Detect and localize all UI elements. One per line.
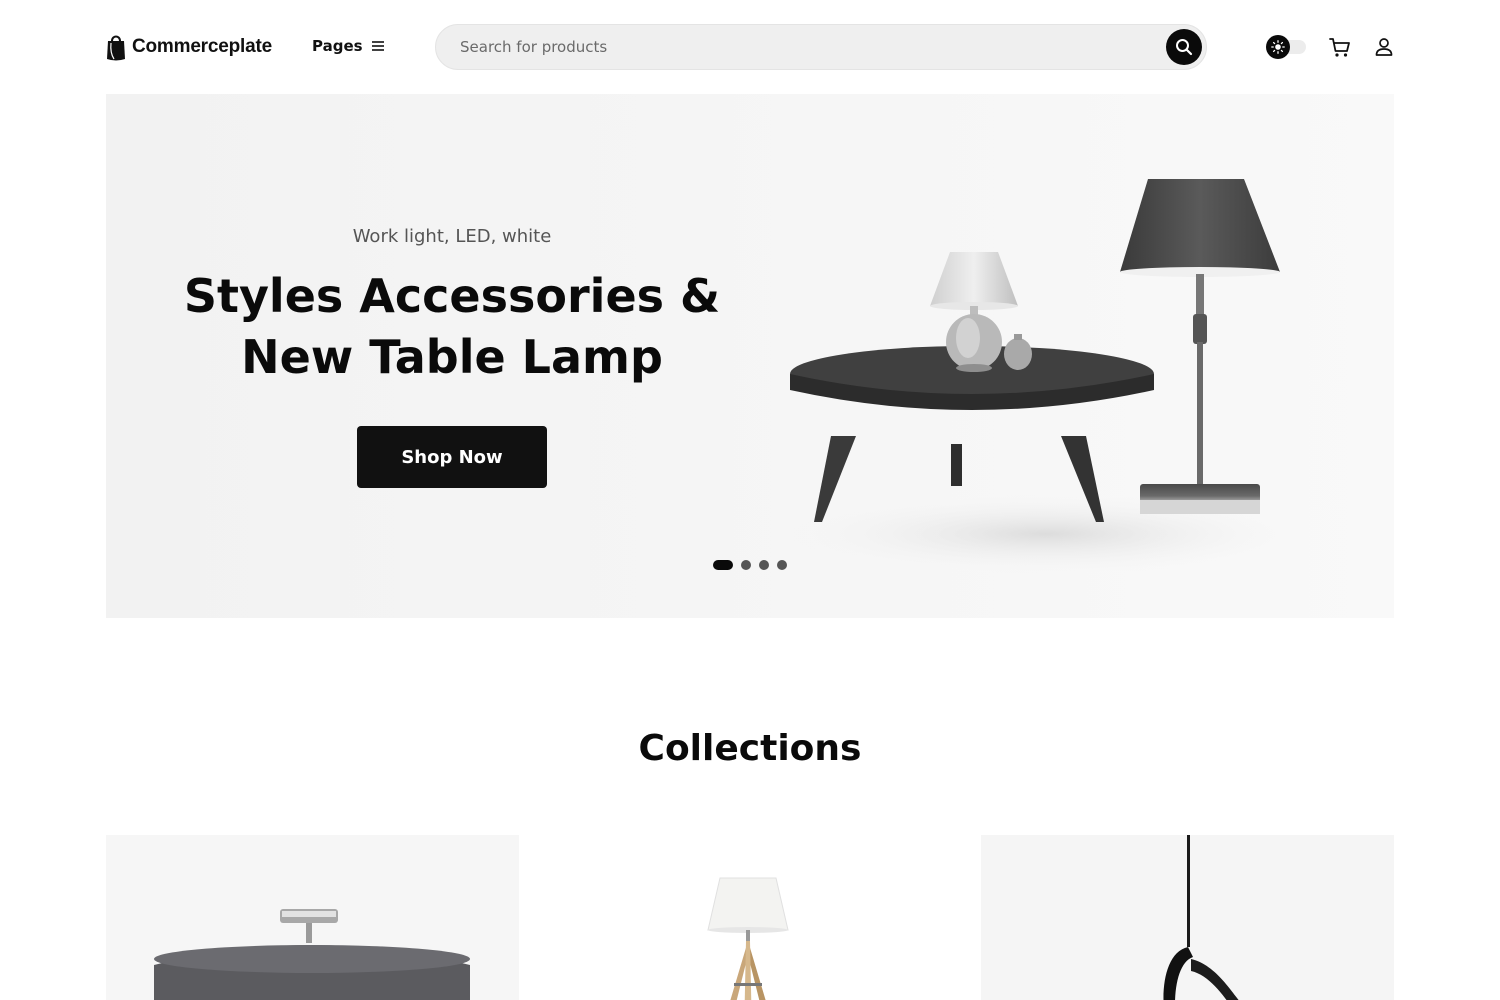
sun-icon bbox=[1271, 40, 1285, 54]
search-bar bbox=[435, 24, 1207, 70]
ceiling-lamp-image bbox=[154, 909, 470, 1000]
hero-banner: Work light, LED, white Styles Accessorie… bbox=[106, 94, 1394, 618]
hero-product-image bbox=[786, 179, 1306, 574]
brand-name: Commerceplate bbox=[132, 36, 272, 57]
carousel-dot-2[interactable] bbox=[741, 560, 751, 570]
hero-title-line-2: New Table Lamp bbox=[241, 330, 663, 384]
theme-toggle[interactable] bbox=[1266, 35, 1306, 59]
toggle-knob bbox=[1266, 35, 1290, 59]
site-header: Commerceplate Pages bbox=[0, 0, 1500, 94]
brand-logo[interactable]: Commerceplate bbox=[106, 33, 272, 61]
search-button[interactable] bbox=[1166, 29, 1202, 65]
pages-label: Pages bbox=[312, 37, 363, 55]
hero-subtitle: Work light, LED, white bbox=[352, 226, 552, 247]
tripod-floor-lamp-image bbox=[707, 877, 789, 1000]
collection-card-1[interactable] bbox=[106, 835, 519, 1000]
hero-title: Styles Accessories & New Table Lamp bbox=[106, 266, 798, 388]
carousel-dot-3[interactable] bbox=[759, 560, 769, 570]
search-icon bbox=[1176, 39, 1193, 56]
cart-icon[interactable] bbox=[1329, 37, 1351, 58]
collection-card-2[interactable] bbox=[544, 835, 957, 1000]
hamburger-menu-icon bbox=[371, 41, 384, 51]
search-input[interactable] bbox=[460, 25, 1160, 69]
collections-title: Collections bbox=[638, 728, 862, 769]
shopping-bag-icon bbox=[107, 35, 125, 61]
carousel-dot-1[interactable] bbox=[713, 560, 733, 570]
user-icon[interactable] bbox=[1374, 37, 1394, 57]
hero-title-line-1: Styles Accessories & bbox=[183, 269, 721, 323]
collection-card-3[interactable] bbox=[981, 835, 1394, 1000]
pages-menu-button[interactable]: Pages bbox=[312, 37, 385, 55]
shop-now-button[interactable]: Shop Now bbox=[357, 426, 547, 488]
carousel-dot-4[interactable] bbox=[777, 560, 787, 570]
pendant-lamp-image bbox=[1163, 835, 1239, 1000]
carousel-dots bbox=[713, 560, 787, 570]
